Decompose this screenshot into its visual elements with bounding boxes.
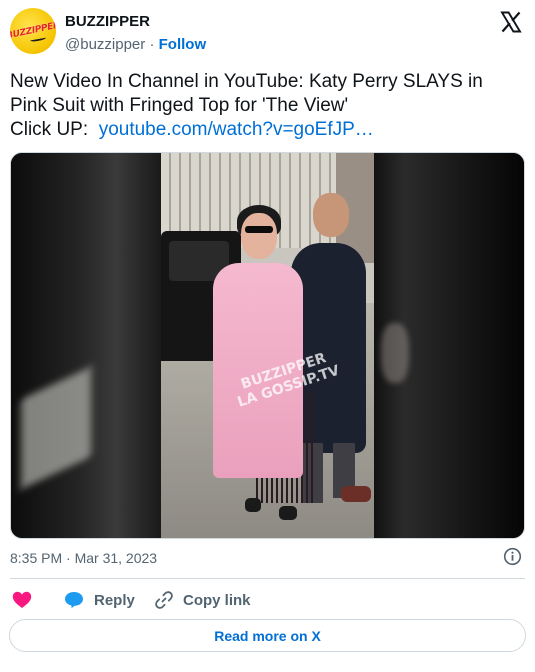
video-thumbnail[interactable]: BUZZIPPER LA GOSSIP.TV [10, 152, 525, 539]
youtube-link[interactable]: youtube.com/watch?v=goEfJP… [99, 119, 374, 140]
follow-button[interactable]: Follow [159, 36, 207, 53]
tweet-text-line-1: New Video In Channel in YouTube: Katy Pe… [10, 71, 483, 92]
tweet-text-line-2: Pink Suit with Fringed Top for 'The View… [10, 95, 349, 116]
copy-link-label: Copy link [183, 591, 251, 609]
tweet-text: New Video In Channel in YouTube: Katy Pe… [10, 70, 520, 142]
separator-dot: · [145, 36, 159, 53]
heart-icon [12, 591, 32, 608]
woman-shoe [245, 498, 261, 512]
handle-row: @buzzipper · Follow [65, 36, 206, 53]
like-button[interactable] [12, 590, 32, 610]
divider [10, 578, 525, 579]
woman-shoe [279, 506, 297, 520]
bodyguard-shoe [341, 486, 371, 502]
read-more-button[interactable]: Read more on X [9, 619, 526, 652]
reply-label: Reply [94, 591, 135, 609]
tweet-text-line-3: Click UP: youtube.com/watch?v=goEfJP… [10, 118, 520, 142]
blurred-left-panel [11, 153, 161, 538]
click-up-text: Click UP: [10, 119, 99, 140]
embedded-tweet-card: BUZZIPPER BUZZIPPER @buzzipper · Follow … [0, 0, 535, 672]
display-name[interactable]: BUZZIPPER [65, 13, 150, 30]
link-icon [155, 591, 173, 609]
reply-button[interactable]: Reply [64, 590, 135, 610]
avatar-scribble [29, 35, 47, 43]
info-icon[interactable] [503, 547, 522, 566]
copy-link-button[interactable]: Copy link [154, 590, 251, 610]
bodyguard-head [313, 193, 349, 237]
reply-bubble-icon [65, 592, 83, 609]
sunglasses [245, 226, 273, 233]
video-frame: BUZZIPPER LA GOSSIP.TV [161, 153, 376, 538]
blurred-right-panel [374, 153, 524, 538]
x-logo-icon[interactable] [499, 10, 523, 34]
avatar[interactable]: BUZZIPPER [10, 8, 56, 54]
handle[interactable]: @buzzipper [65, 36, 145, 53]
timestamp[interactable]: 8:35 PM · Mar 31, 2023 [10, 550, 157, 566]
woman-head [241, 213, 277, 259]
